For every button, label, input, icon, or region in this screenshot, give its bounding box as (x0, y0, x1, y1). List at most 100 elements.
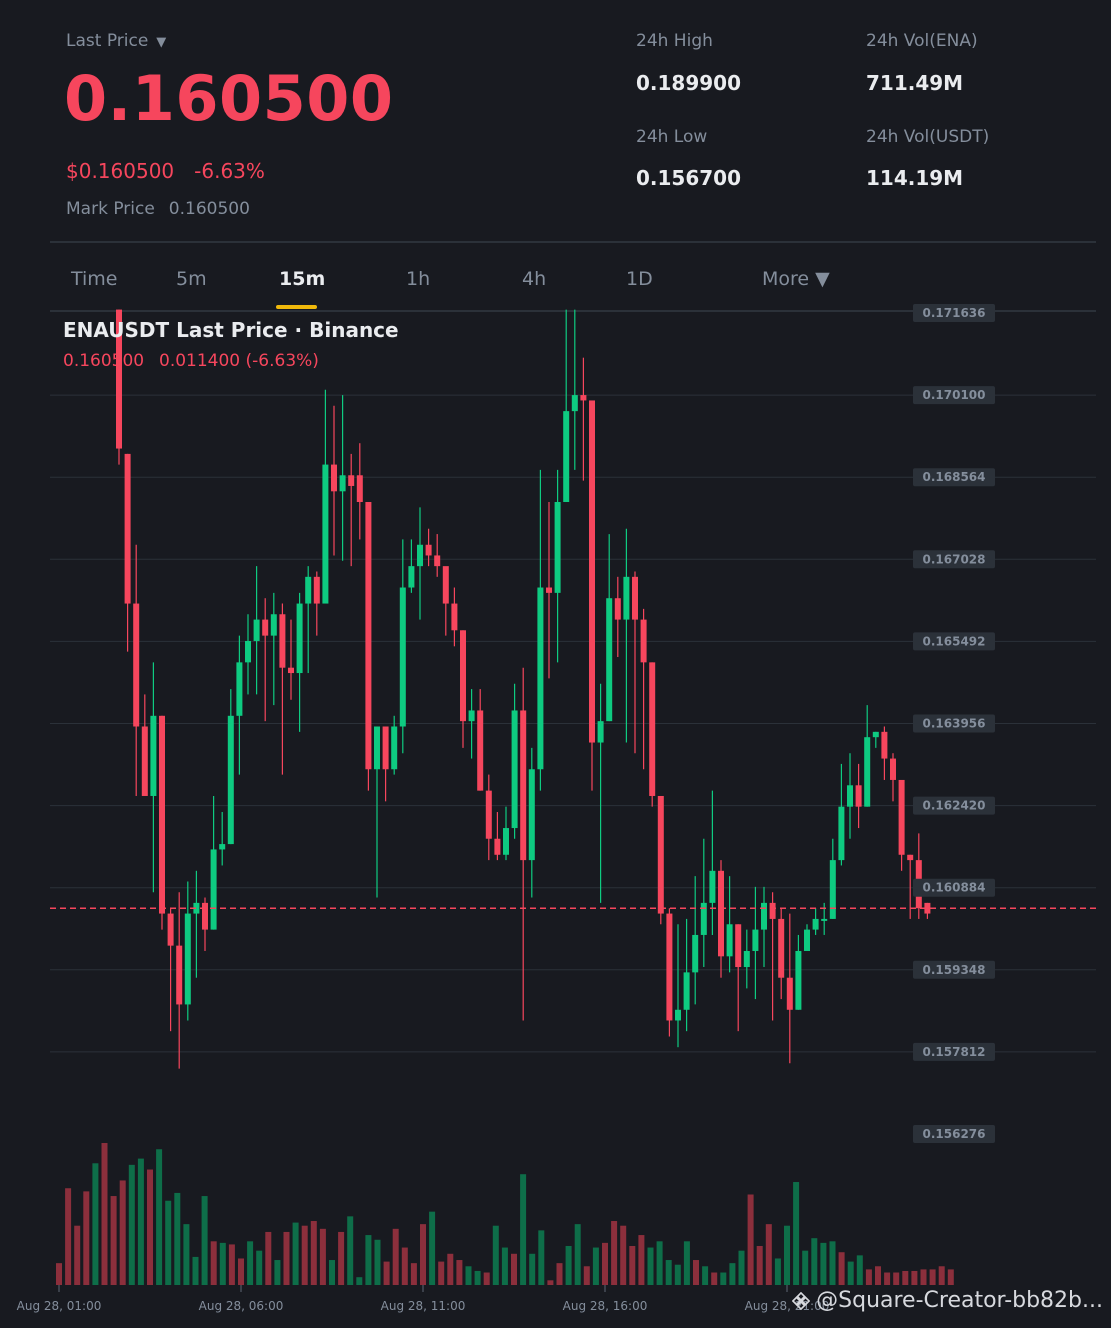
candle-body (494, 838, 501, 855)
candle-body (709, 870, 716, 903)
candle-body (546, 587, 552, 593)
volume-bar (365, 1235, 372, 1285)
volume-bar (820, 1242, 827, 1285)
candle-body (752, 929, 759, 951)
candle-body (623, 576, 630, 620)
candle-body (554, 502, 561, 593)
volume-bar (538, 1230, 545, 1285)
candlestick-chart[interactable]: 0.171636 0.170100 0.168564 0.167028 0.165492… (0, 0, 1111, 1328)
candle-body (890, 758, 896, 780)
volume-bar (929, 1269, 936, 1285)
candle-body (589, 400, 595, 743)
volume-bar (802, 1250, 809, 1285)
candle-body (356, 475, 363, 503)
y-tick-label: 0.163956 (922, 717, 985, 731)
candle-body (743, 950, 750, 968)
volume-bar (893, 1272, 900, 1285)
volume-bar (465, 1266, 472, 1285)
volume-bar (438, 1261, 445, 1285)
candle-body (683, 972, 690, 1010)
volume-bar (256, 1250, 263, 1285)
volume-bar (447, 1253, 454, 1285)
y-tick-label: 0.160884 (922, 881, 985, 895)
candle-body (485, 790, 492, 839)
volume-bar (520, 1174, 527, 1285)
candle-body (305, 576, 312, 604)
candle-body (296, 603, 303, 674)
volume-bar (483, 1272, 490, 1285)
chart-legend-price: 0.160500 (63, 351, 144, 371)
candle-body (606, 598, 613, 722)
x-tick-label: Aug 28, 11:00 (381, 1299, 466, 1313)
volume-bar (865, 1269, 872, 1285)
candle-body (141, 726, 148, 796)
candle-body (167, 913, 174, 946)
candle-body (769, 902, 776, 919)
candle-body (399, 587, 406, 727)
candle-body (881, 731, 888, 759)
volume-bar (420, 1224, 426, 1285)
candle-body (675, 1009, 681, 1021)
volume-bar (383, 1261, 390, 1285)
volume-bar (165, 1200, 172, 1285)
x-tick-label: Aug 28, 16:00 (563, 1299, 648, 1313)
candle-body (331, 464, 337, 492)
candle-body (657, 795, 664, 914)
volume-bar (911, 1270, 918, 1285)
candle-body (580, 395, 587, 401)
volume-bar (392, 1228, 399, 1285)
volume-bar (683, 1241, 690, 1285)
volume-bar (374, 1239, 381, 1285)
volume-bar (310, 1221, 317, 1285)
candle-body (133, 603, 140, 727)
candle-body (563, 411, 570, 503)
binance-logo-icon (792, 1292, 811, 1310)
volume-bar (647, 1247, 654, 1285)
volume-bar (274, 1260, 281, 1285)
candle-body (640, 619, 647, 663)
volume-bar (693, 1260, 699, 1285)
volume-bar (210, 1241, 217, 1285)
candle-body (262, 619, 269, 636)
candle-body (838, 806, 845, 861)
watermark-text: @Square-Creator-bb82b... (816, 1288, 1103, 1313)
volume-bar (156, 1149, 163, 1285)
candle-body (537, 587, 544, 770)
volume-bar (501, 1247, 508, 1285)
volume-bar (938, 1266, 945, 1285)
x-tick-label: Aug 28, 01:00 (17, 1299, 102, 1313)
volume-bar (765, 1224, 772, 1285)
candle-body (735, 924, 742, 968)
candle-body (124, 453, 131, 604)
volume-bar (592, 1247, 599, 1285)
volume-bar (137, 1158, 144, 1285)
volume-bar (920, 1269, 927, 1285)
volume-bar (547, 1280, 554, 1285)
candle-body (219, 844, 226, 850)
candle-body (417, 544, 423, 567)
volume-bar (347, 1216, 354, 1285)
candle-body (614, 598, 621, 620)
volume-bar (774, 1258, 781, 1285)
candle-body (408, 566, 415, 588)
volume-bar (811, 1238, 818, 1285)
candle-body (460, 630, 466, 722)
volume-bar (128, 1164, 135, 1285)
volume-bar (720, 1272, 727, 1285)
candle-body (571, 395, 578, 412)
candle-body (227, 715, 234, 845)
volume-bar (656, 1241, 663, 1285)
volume-bar (838, 1252, 845, 1285)
candle-body (391, 726, 398, 770)
candle-body (778, 918, 785, 978)
volume-bar (629, 1245, 636, 1285)
volume-bar (492, 1225, 499, 1285)
candle-body (477, 710, 484, 791)
volume-bar (602, 1242, 608, 1285)
y-tick-label: 0.171636 (922, 306, 985, 320)
volume-bar (511, 1253, 517, 1285)
volume-bar (729, 1263, 736, 1285)
volume-bar (329, 1260, 335, 1285)
y-tick-label: 0.168564 (922, 470, 985, 484)
candle-body (150, 715, 157, 796)
